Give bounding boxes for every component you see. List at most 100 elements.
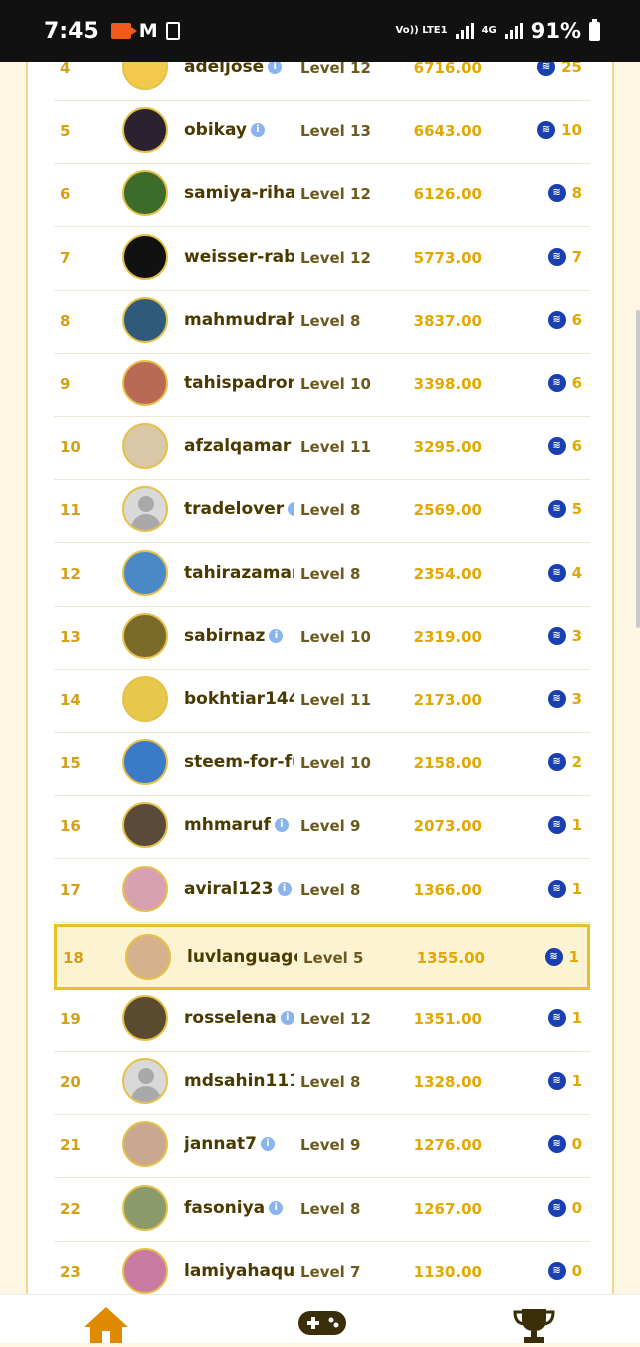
username-cell[interactable]: mhmaruf i <box>184 815 294 837</box>
leaderboard-row[interactable]: 20mdsahin111iLevel 81328.00≋1 <box>54 1051 590 1116</box>
nav-games[interactable] <box>298 1307 346 1343</box>
username-cell[interactable]: jannat7 i <box>184 1134 294 1156</box>
coin-count-wrap: ≋ 1 <box>547 879 582 898</box>
avatar[interactable] <box>122 802 168 849</box>
leaderboard-row[interactable]: 5 obikay i Level 13 6643.00 ≋ 10 <box>54 100 590 165</box>
leaderboard-row[interactable]: 17 aviral123 i Level 8 1366.00 ≋ 1 <box>54 859 590 923</box>
username-cell[interactable]: sabirnaz i <box>184 626 294 648</box>
coin-count-wrap: ≋ 6 <box>547 374 582 392</box>
leaderboard-row[interactable]: 7weisser-rabeLevel 125773.00≋7 <box>54 227 590 291</box>
username: rosselena <box>184 1008 277 1028</box>
user-level: Level 8 <box>300 1073 361 1092</box>
avatar[interactable] <box>122 233 168 280</box>
rank-number: 22 <box>60 1199 81 1218</box>
username-cell[interactable]: bokhtiar1440 <box>184 689 294 711</box>
leaderboard-row[interactable]: 13 sabirnaz i Level 10 2319.00 ≋ 3 <box>54 606 590 670</box>
leaderboard-row[interactable]: 14bokhtiar1440Level 112173.00≋3 <box>54 669 590 733</box>
leaderboard-row[interactable]: 15steem-for-futureLevel 102158.00≋2 <box>54 732 590 797</box>
bottom-nav <box>0 1294 640 1343</box>
avatar[interactable] <box>122 1058 168 1105</box>
info-icon[interactable]: i <box>269 1200 284 1215</box>
leaderboard-row-current-user[interactable]: 18 luvlanguage Level 5 1355.00 ≋ 1 <box>54 923 590 990</box>
info-icon[interactable]: i <box>274 818 289 833</box>
steem-coin-icon: ≋ <box>547 690 566 708</box>
username-cell[interactable]: adeljose i <box>184 62 294 79</box>
username-cell[interactable]: obikay i <box>184 120 294 142</box>
rank-number: 5 <box>60 122 71 141</box>
leaderboard-row[interactable]: 16 mhmaruf i Level 9 2073.00 ≋ 1 <box>54 795 590 860</box>
avatar[interactable] <box>122 549 168 596</box>
username-cell[interactable]: afzalqamar <box>184 436 294 458</box>
username-cell[interactable]: mdsahin111i <box>184 1071 294 1093</box>
username-cell[interactable]: weisser-rabe <box>184 247 294 269</box>
coin-count: 1 <box>568 947 579 966</box>
leaderboard-row[interactable]: 8mahmudraheLevel 83837.00≋6 <box>54 290 590 354</box>
info-icon[interactable]: i <box>280 1011 294 1025</box>
info-icon[interactable]: i <box>288 502 294 517</box>
info-icon[interactable]: i <box>260 1137 275 1152</box>
username-cell[interactable]: aviral123 i <box>184 879 294 901</box>
rank-number: 20 <box>60 1073 81 1092</box>
info-icon[interactable]: i <box>277 881 292 896</box>
username: obikay <box>184 120 248 141</box>
leaderboard-row[interactable]: 22 fasoniya i Level 8 1267.00 ≋ 0 <box>54 1178 590 1242</box>
leaderboard-row[interactable]: 21 jannat7 i Level 9 1276.00 ≋ 0 <box>54 1114 590 1179</box>
username-cell[interactable]: samiya-riha <box>184 183 294 205</box>
username: samiya-riha <box>184 183 294 204</box>
nav-home[interactable] <box>84 1307 128 1343</box>
avatar[interactable] <box>122 612 168 659</box>
user-level: Level 8 <box>300 311 361 330</box>
avatar[interactable] <box>122 1121 168 1168</box>
avatar[interactable] <box>122 107 168 154</box>
user-score: 6716.00 <box>413 62 482 77</box>
leaderboard-row[interactable]: 10 afzalqamar Level 11 3295.00 ≋ 6 <box>54 416 590 481</box>
avatar[interactable] <box>125 933 171 980</box>
coin-count: 6 <box>571 310 582 329</box>
avatar[interactable] <box>122 296 168 343</box>
rank-number: 18 <box>63 948 84 967</box>
info-icon[interactable]: i <box>268 62 283 74</box>
info-icon[interactable]: i <box>269 628 284 643</box>
coin-count: 1 <box>571 1009 582 1027</box>
rank-number: 7 <box>60 248 71 267</box>
username-cell[interactable]: mahmudrahe <box>184 310 294 332</box>
avatar[interactable] <box>122 995 168 1041</box>
username-cell[interactable]: lamiyahaque <box>184 1261 294 1283</box>
username: bokhtiar1440 <box>184 689 294 709</box>
avatar[interactable] <box>122 360 168 406</box>
username-cell[interactable]: tradeloveri <box>184 499 294 521</box>
leaderboard-row[interactable]: 4 adeljose i Level 12 6716.00 ≋ 25 <box>54 62 590 101</box>
username-cell[interactable]: tahirazaman <box>184 563 294 585</box>
leaderboard-row[interactable]: 19 rosselena i Level 12 1351.00 ≋ 1 <box>54 988 590 1052</box>
username-cell[interactable]: luvlanguage <box>187 947 297 969</box>
coin-count-wrap: ≋ 6 <box>547 437 582 456</box>
signal-icon <box>455 23 474 39</box>
avatar[interactable] <box>122 423 168 470</box>
leaderboard-row[interactable]: 12 tahirazaman Level 8 2354.00 ≋ 4 <box>54 543 590 607</box>
avatar[interactable] <box>122 1184 168 1231</box>
username-cell[interactable]: rosselena i <box>184 1008 294 1030</box>
username-cell[interactable]: tahispadron <box>184 373 294 395</box>
avatar[interactable] <box>122 486 168 533</box>
info-icon[interactable]: i <box>251 123 266 138</box>
username: sabirnaz <box>184 625 266 646</box>
nav-leaderboard[interactable] <box>512 1307 556 1343</box>
leaderboard-panel: 4 adeljose i Level 12 6716.00 ≋ 25 5 obikay i Leve… <box>26 62 614 1294</box>
leaderboard-row[interactable]: 23lamiyahaqueLevel 71130.00≋0 <box>54 1241 590 1294</box>
steem-coin-icon: ≋ <box>547 753 566 772</box>
coin-count-wrap: ≋ 5 <box>547 500 582 519</box>
avatar[interactable] <box>122 1247 168 1294</box>
avatar[interactable] <box>122 865 168 912</box>
steem-coin-icon: ≋ <box>547 247 566 266</box>
username-cell[interactable]: steem-for-future <box>184 752 294 774</box>
leaderboard-row[interactable]: 6 samiya-riha Level 12 6126.00 ≋ 8 <box>54 163 590 228</box>
scrollbar[interactable] <box>636 310 640 628</box>
leaderboard-row[interactable]: 9 tahispadron Level 10 3398.00 ≋ 6 <box>54 353 590 417</box>
avatar[interactable] <box>122 739 168 786</box>
avatar[interactable] <box>122 676 168 722</box>
avatar[interactable] <box>122 62 168 90</box>
avatar[interactable] <box>122 170 168 217</box>
username: mdsahin111 <box>184 1071 294 1092</box>
username-cell[interactable]: fasoniya i <box>184 1198 294 1220</box>
leaderboard-row[interactable]: 11tradeloveriLevel 82569.00≋5 <box>54 479 590 544</box>
